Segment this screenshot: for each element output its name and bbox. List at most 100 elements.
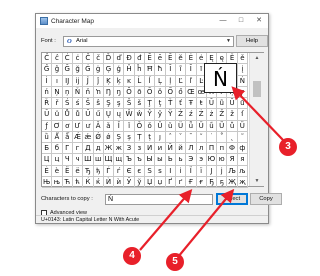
character-cell[interactable]: ǜ [42, 131, 53, 143]
title-bar[interactable]: Character Map — □ ✕ [36, 14, 268, 28]
character-cell[interactable]: ı [52, 75, 63, 87]
character-cell[interactable]: ǿ [103, 131, 115, 143]
character-cell[interactable]: ǖ [186, 120, 197, 132]
character-cell[interactable]: Ѝ [103, 176, 115, 188]
copy-button[interactable]: Copy [250, 193, 282, 205]
character-cell[interactable]: ǔ [165, 120, 176, 132]
character-cell[interactable]: Ư [72, 120, 84, 132]
character-cell[interactable]: Ģ [103, 64, 115, 76]
character-cell[interactable]: Ē [145, 53, 156, 65]
character-cell[interactable]: ĝ [52, 64, 63, 76]
character-cell[interactable]: ũ [217, 98, 228, 110]
character-cell[interactable]: И [145, 143, 156, 155]
character-cell[interactable]: ď [114, 53, 125, 65]
character-cell[interactable]: ю [217, 154, 228, 166]
character-cell[interactable]: ſ [237, 109, 248, 121]
character-cell[interactable]: ч [72, 154, 84, 166]
character-cell[interactable]: Ī [186, 64, 197, 76]
character-cell[interactable]: ˙ [206, 131, 218, 143]
character-cell[interactable]: ѓ [114, 165, 125, 177]
character-cell[interactable]: Ǘ [196, 120, 207, 132]
character-cell[interactable]: ŭ [52, 109, 63, 121]
character-cell[interactable]: ѐ [52, 165, 63, 177]
character-cell[interactable]: ŧ [196, 98, 207, 110]
character-cell[interactable]: я [237, 154, 248, 166]
character-cell[interactable]: Ř [42, 98, 53, 110]
character-cell[interactable]: З [124, 143, 135, 155]
character-cell[interactable]: Ķ [103, 75, 115, 87]
character-cell[interactable]: ĥ [134, 64, 145, 76]
character-cell[interactable]: Ь [165, 154, 176, 166]
character-cell[interactable]: ĺ [145, 75, 156, 87]
character-cell[interactable]: Ǔ [155, 120, 166, 132]
character-cell[interactable]: ȷ [155, 131, 166, 143]
help-button[interactable]: Help [236, 35, 268, 47]
character-cell[interactable]: ˇ [175, 131, 187, 143]
character-cell[interactable]: є [134, 165, 145, 177]
character-cell[interactable]: й [175, 143, 187, 155]
character-cell[interactable]: ş [114, 98, 125, 110]
character-cell[interactable]: ы [155, 154, 166, 166]
character-cell[interactable]: ё [72, 165, 84, 177]
character-cell[interactable]: Ғ [186, 176, 197, 188]
character-cell[interactable]: Ĉ [42, 53, 53, 65]
character-cell[interactable]: Ѕ [145, 165, 156, 177]
character-cell[interactable]: д [93, 143, 104, 155]
close-button[interactable]: ✕ [250, 14, 268, 28]
character-cell[interactable]: Ĵ [83, 75, 94, 87]
character-cell[interactable]: ŋ [114, 86, 125, 98]
character-cell[interactable]: Ǽ [72, 131, 84, 143]
character-cell[interactable]: ҕ [217, 176, 228, 188]
character-cell[interactable]: Ǜ [237, 120, 248, 132]
character-cell[interactable]: Ч [62, 154, 73, 166]
character-cell[interactable]: б [52, 143, 63, 155]
character-cell[interactable]: ś [72, 98, 84, 110]
character-cell[interactable]: ŉ [93, 86, 104, 98]
character-cell[interactable]: Ş [103, 98, 115, 110]
character-cell[interactable]: л [196, 143, 207, 155]
character-cell[interactable]: ђ [93, 165, 104, 177]
character-cell[interactable]: ě [237, 53, 248, 65]
character-cell[interactable]: Ż [196, 109, 207, 121]
character-cell[interactable]: ŷ [155, 109, 166, 121]
character-cell[interactable]: Ж [103, 143, 115, 155]
character-cell[interactable]: ˚ [217, 131, 228, 143]
character-cell[interactable]: ǐ [124, 120, 135, 132]
character-cell[interactable]: Ǚ [217, 120, 228, 132]
character-cell[interactable]: ѕ [155, 165, 166, 177]
character-cell[interactable]: Ÿ [165, 109, 176, 121]
character-cell[interactable]: Ņ [52, 86, 63, 98]
character-cell[interactable]: Ы [145, 154, 156, 166]
character-cell[interactable]: ъ [134, 154, 145, 166]
character-cell[interactable]: Ĺ [134, 75, 145, 87]
character-cell[interactable]: ш [93, 154, 104, 166]
character-cell[interactable]: ǚ [227, 120, 238, 132]
character-cell[interactable]: ǽ [83, 131, 94, 143]
character-cell[interactable]: Ĳ [62, 75, 73, 87]
character-cell[interactable]: Җ [227, 176, 238, 188]
character-cell[interactable]: ĵ [93, 75, 104, 87]
character-cell[interactable]: ċ [72, 53, 84, 65]
character-cell[interactable]: ќ [93, 176, 104, 188]
character-cell[interactable]: ē [155, 53, 166, 65]
character-cell[interactable]: ŵ [134, 109, 145, 121]
character-cell[interactable]: Ū [227, 98, 238, 110]
character-cell[interactable]: џ [155, 176, 166, 188]
character-cell[interactable]: ơ [62, 120, 73, 132]
character-cell[interactable]: ź [186, 109, 197, 121]
character-cell[interactable]: ģ [114, 64, 125, 76]
character-cell[interactable]: Ń [237, 75, 248, 87]
character-cell[interactable]: Ŏ [145, 86, 156, 98]
character-cell[interactable]: Б [42, 143, 53, 155]
character-cell[interactable]: э [196, 154, 207, 166]
character-cell[interactable]: ŗ [237, 86, 248, 98]
character-cell[interactable]: Ĩ [165, 64, 176, 76]
character-cell[interactable]: Ъ [124, 154, 135, 166]
character-cell[interactable]: Ų [103, 109, 115, 121]
character-cell[interactable]: Ќ [83, 176, 94, 188]
character-cell[interactable]: Ġ [83, 64, 94, 76]
character-cell[interactable]: ї [196, 165, 207, 177]
character-cell[interactable]: Ď [103, 53, 115, 65]
character-cell[interactable]: İ [42, 75, 53, 87]
character-cell[interactable]: Ō [124, 86, 135, 98]
